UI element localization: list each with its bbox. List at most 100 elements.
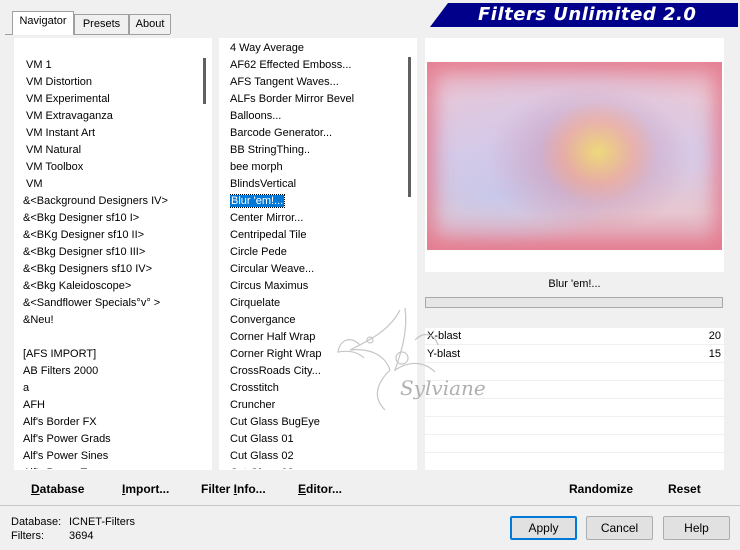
category-item[interactable]: AFH [23, 397, 203, 414]
param-row[interactable]: X-blast 20 [425, 328, 724, 345]
preview-image [427, 62, 722, 250]
category-item[interactable]: a [23, 380, 203, 397]
category-item[interactable]: VM Distortion [23, 74, 203, 91]
filter-item[interactable]: 4 Way Average [230, 40, 405, 57]
category-item[interactable]: VM Toolbox [23, 159, 203, 176]
category-item[interactable]: VM Instant Art [23, 125, 203, 142]
filter-item[interactable]: Cruncher [230, 397, 405, 414]
filter-item-label: Circus Maximus [230, 280, 309, 292]
filter-item[interactable]: Cut Glass 01 [230, 431, 405, 448]
filter-list[interactable]: 4 Way Average AF62 Effected Emboss... AFS … [230, 40, 405, 469]
filter-item[interactable]: bee morph [230, 159, 405, 176]
filter-item[interactable]: Crosstitch [230, 380, 405, 397]
category-item[interactable]: Alf's Power Toys [23, 465, 203, 469]
database-button[interactable]: Database [31, 481, 84, 497]
filter-item-label: Balloons... [230, 110, 282, 122]
filter-info-button[interactable]: Filter Info... [201, 481, 266, 497]
filter-item-label: Barcode Generator... [230, 127, 333, 139]
filter-item-label: Corner Right Wrap [230, 348, 322, 360]
category-item[interactable]: &<Background Designers IV> [23, 193, 203, 210]
filter-item[interactable]: Cut Glass 02 [230, 448, 405, 465]
category-item[interactable]: VM Natural [23, 142, 203, 159]
category-item[interactable]: Alf's Power Grads [23, 431, 203, 448]
filter-item-label: Crosstitch [230, 382, 279, 394]
tab-navigator[interactable]: Navigator [12, 11, 74, 35]
filter-item[interactable]: Cut Glass BugEye [230, 414, 405, 431]
category-item[interactable]: Alf's Border FX [23, 414, 203, 431]
filter-item[interactable]: Circus Maximus [230, 278, 405, 295]
filter-item[interactable]: Cirquelate [230, 295, 405, 312]
filter-item[interactable]: AF62 Effected Emboss... [230, 57, 405, 74]
category-item[interactable]: [AFS IMPORT] [23, 346, 203, 363]
param-value: 15 [708, 348, 721, 360]
tab-presets[interactable]: Presets [74, 14, 129, 34]
category-item[interactable] [23, 329, 203, 346]
filter-item[interactable]: Corner Half Wrap [230, 329, 405, 346]
filter-item[interactable]: Circle Pede [230, 244, 405, 261]
category-item[interactable]: &<Sandflower Specials°v° > [23, 295, 203, 312]
category-item[interactable]: &<Bkg Designers sf10 IV> [23, 261, 203, 278]
filter-item-label: Convergance [230, 314, 296, 326]
filter-item[interactable]: Blur 'em!... [230, 193, 405, 210]
apply-button[interactable]: Apply [510, 516, 577, 540]
category-item[interactable]: VM Experimental [23, 91, 203, 108]
param-label: Y-blast [427, 348, 461, 360]
filter-item-label: BB StringThing.. [230, 144, 311, 156]
param-row-empty [425, 364, 724, 381]
filter-item-label: Cut Glass BugEye [230, 416, 320, 428]
category-item[interactable]: &<Bkg Designer sf10 I> [23, 210, 203, 227]
category-scrollbar-thumb[interactable] [203, 58, 206, 104]
category-item[interactable]: Alf's Power Sines [23, 448, 203, 465]
filter-item[interactable]: Balloons... [230, 108, 405, 125]
filter-item-label: CrossRoads City... [230, 365, 321, 377]
filter-item-label: AF62 Effected Emboss... [230, 59, 352, 71]
filter-item-label: AFS Tangent Waves... [230, 76, 339, 88]
param-row-empty [425, 454, 724, 471]
category-item[interactable]: VM Extravaganza [23, 108, 203, 125]
randomize-button[interactable]: Randomize [569, 481, 633, 497]
filters-label: Filters: [11, 530, 44, 542]
filter-item[interactable]: Barcode Generator... [230, 125, 405, 142]
filter-item[interactable]: Corner Right Wrap [230, 346, 405, 363]
category-item[interactable]: VM 1 [23, 57, 203, 74]
category-item[interactable]: &<BKg Designer sf10 II> [23, 227, 203, 244]
help-button[interactable]: Help [663, 516, 730, 540]
category-item[interactable]: AB Filters 2000 [23, 363, 203, 380]
filter-item-label: bee morph [230, 161, 283, 173]
filter-item[interactable]: BlindsVertical [230, 176, 405, 193]
database-button-accel: D [31, 482, 40, 496]
filter-item[interactable]: BB StringThing.. [230, 142, 405, 159]
category-item[interactable]: &<Bkg Designer sf10 III> [23, 244, 203, 261]
parameter-panel: X-blast 20 Y-blast 15 [425, 328, 724, 471]
filter-item-label: Cut Glass 02 [230, 450, 294, 462]
filter-item-label: BlindsVertical [230, 178, 297, 190]
filter-item[interactable]: ALFs Border Mirror Bevel [230, 91, 405, 108]
filter-item[interactable]: Cut Glass 03 [230, 465, 405, 469]
category-item[interactable]: &Neu! [23, 312, 203, 329]
filter-item-label: 4 Way Average [230, 42, 304, 54]
editor-button-accel: E [298, 482, 307, 496]
param-row[interactable]: Y-blast 15 [425, 346, 724, 363]
category-list[interactable]: VM 1 VM Distortion VM Experimental VM Extra… [23, 57, 203, 469]
category-item[interactable]: VM [23, 176, 203, 193]
editor-button-label: ditor... [306, 482, 343, 496]
filter-item-label: Cruncher [230, 399, 276, 411]
filter-info-button-pre: Filter [201, 482, 234, 496]
filter-item-label: ALFs Border Mirror Bevel [230, 93, 355, 105]
filter-item[interactable]: Convergance [230, 312, 405, 329]
tab-about[interactable]: About [129, 14, 171, 34]
filter-scrollbar-thumb[interactable] [408, 57, 411, 197]
filter-item[interactable]: AFS Tangent Waves... [230, 74, 405, 91]
cancel-button[interactable]: Cancel [586, 516, 653, 540]
filter-item[interactable]: CrossRoads City... [230, 363, 405, 380]
category-item[interactable]: &<Bkg Kaleidoscope> [23, 278, 203, 295]
filter-item-label: Cut Glass 01 [230, 433, 294, 445]
filter-item-label: Blur 'em!... [230, 194, 286, 208]
filter-item[interactable]: Center Mirror... [230, 210, 405, 227]
filter-item[interactable]: Centripedal Tile [230, 227, 405, 244]
import-button[interactable]: Import... [122, 481, 169, 497]
filter-item-label: Centripedal Tile [230, 229, 307, 241]
filter-item[interactable]: Circular Weave... [230, 261, 405, 278]
editor-button[interactable]: Editor... [298, 481, 342, 497]
reset-button[interactable]: Reset [668, 481, 701, 497]
